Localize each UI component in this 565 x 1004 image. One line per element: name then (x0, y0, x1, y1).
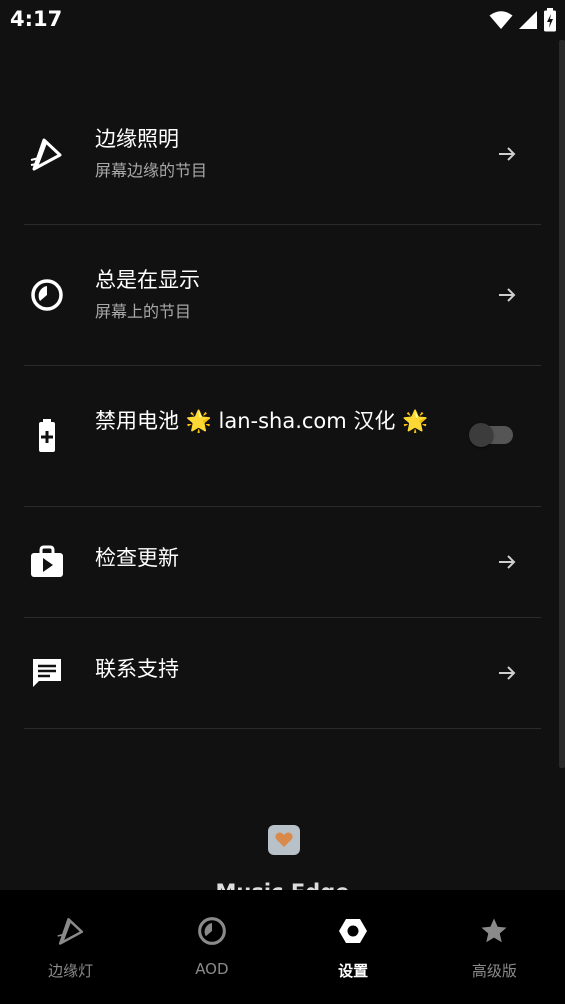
settings-item-text: 禁用电池 🌟 lan-sha.com 汉化 🌟 (95, 406, 435, 436)
scroll-indicator[interactable] (559, 40, 565, 768)
toggle-knob (469, 423, 493, 447)
settings-item-contact-support[interactable]: 联系支持 (24, 618, 541, 729)
nav-label: 设置 (338, 962, 369, 980)
battery-charging-icon (543, 8, 557, 32)
settings-item-title: 禁用电池 🌟 lan-sha.com 汉化 🌟 (95, 409, 429, 433)
wifi-icon (489, 10, 513, 30)
settings-screen: 4:17 边缘照明 屏幕边缘的节目 总是在显示 屏幕上的节目 禁用电池 🌟 la… (0, 0, 565, 1004)
settings-item-text: 联系支持 (95, 654, 435, 684)
settings-item-edge-lighting[interactable]: 边缘照明 屏幕边缘的节目 (24, 84, 541, 225)
status-bar: 4:17 (0, 0, 565, 40)
status-icons (489, 8, 557, 32)
settings-item-title: 联系支持 (95, 657, 179, 681)
cell-signal-icon (518, 10, 538, 30)
aod-clock-icon (24, 272, 70, 318)
settings-item-subtitle: 屏幕边缘的节目 (95, 161, 208, 180)
settings-item-title: 总是在显示 (95, 268, 200, 292)
nav-tab-premium[interactable]: 高级版 (424, 890, 565, 1004)
disable-battery-toggle[interactable] (469, 423, 513, 447)
nav-label: 边缘灯 (48, 962, 94, 980)
battery-icon (24, 413, 70, 459)
settings-item-title: 边缘照明 (95, 127, 179, 151)
nav-label: AOD (195, 960, 229, 978)
edge-lighting-icon (54, 914, 88, 948)
settings-item-text: 边缘照明 屏幕边缘的节目 (95, 124, 435, 181)
arrow-right-icon (495, 550, 519, 574)
arrow-right-icon (495, 283, 519, 307)
nav-label: 高级版 (471, 962, 517, 980)
settings-item-disable-battery[interactable]: 禁用电池 🌟 lan-sha.com 汉化 🌟 (24, 366, 541, 507)
settings-list: 边缘照明 屏幕边缘的节目 总是在显示 屏幕上的节目 禁用电池 🌟 lan-sha… (24, 84, 541, 729)
star-icon (477, 914, 511, 948)
settings-item-text: 检查更新 (95, 543, 435, 573)
settings-item-title: 检查更新 (95, 546, 179, 570)
arrow-right-icon (495, 661, 519, 685)
nav-tab-settings[interactable]: 设置 (283, 890, 424, 1004)
edge-lighting-icon (24, 131, 70, 177)
heart-icon[interactable] (268, 825, 300, 855)
arrow-right-icon (495, 142, 519, 166)
nav-tab-edge-light[interactable]: 边缘灯 (0, 890, 141, 1004)
settings-hex-icon (336, 914, 370, 948)
settings-item-subtitle: 屏幕上的节目 (95, 302, 192, 321)
settings-item-always-on-display[interactable]: 总是在显示 屏幕上的节目 (24, 225, 541, 366)
store-bag-icon (24, 539, 70, 585)
aod-clock-icon (195, 914, 229, 948)
settings-item-text: 总是在显示 屏幕上的节目 (95, 265, 435, 322)
nav-tab-aod[interactable]: AOD (141, 890, 282, 1004)
status-time: 4:17 (10, 7, 63, 31)
chat-message-icon (24, 650, 70, 696)
settings-item-check-update[interactable]: 检查更新 (24, 507, 541, 618)
bottom-nav: 边缘灯 AOD 设置 高级版 (0, 890, 565, 1004)
